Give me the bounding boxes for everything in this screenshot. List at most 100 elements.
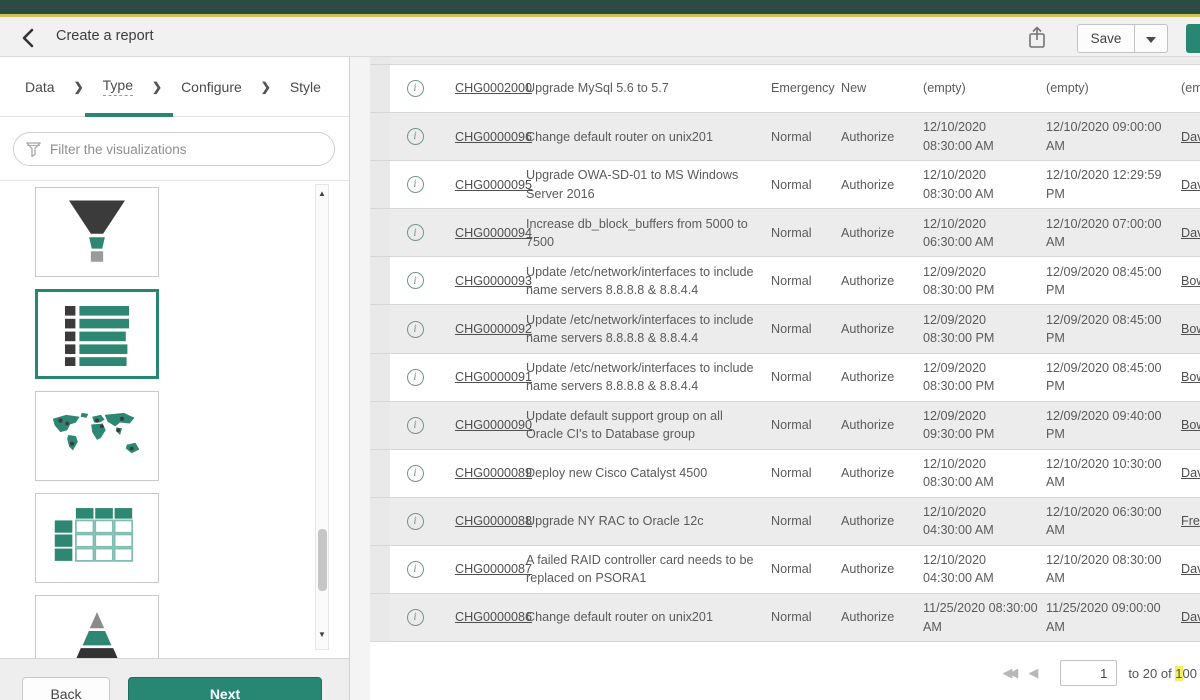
table-row: CHG0000095 Upgrade OWA-SD-01 to MS Windo… — [370, 161, 1200, 209]
change-number-link[interactable]: CHG0000095 — [455, 176, 532, 194]
info-icon[interactable] — [407, 224, 424, 241]
info-cell — [390, 594, 440, 641]
info-icon[interactable] — [407, 128, 424, 145]
number-cell: CHG0000091 — [440, 354, 526, 401]
row-gutter — [370, 257, 390, 304]
info-icon[interactable] — [407, 513, 424, 530]
step-type[interactable]: Type — [103, 77, 133, 96]
assignee-cell[interactable]: Fre — [1171, 498, 1200, 545]
viz-thumb-table[interactable] — [35, 493, 159, 583]
back-button[interactable]: Back — [22, 677, 110, 700]
chevron-left-icon — [20, 27, 46, 49]
row-gutter — [370, 305, 390, 352]
first-page-button[interactable]: ◀◀ — [1002, 666, 1014, 681]
save-button[interactable]: Save — [1077, 24, 1135, 53]
share-button[interactable] — [1026, 24, 1052, 52]
list-chart-icon — [56, 302, 138, 366]
assignee-cell[interactable]: Bow — [1171, 257, 1200, 304]
start-date-cell: 12/09/2020 08:30:00 PM — [923, 257, 1046, 304]
priority-cell: Normal — [771, 161, 841, 208]
info-icon[interactable] — [407, 272, 424, 289]
state-cell: New — [841, 65, 923, 112]
info-icon[interactable] — [407, 417, 424, 434]
info-icon[interactable] — [407, 321, 424, 338]
info-cell — [390, 65, 440, 112]
step-data[interactable]: Data — [25, 79, 55, 95]
previous-page-button[interactable]: ◀ — [1028, 666, 1038, 681]
assignee-cell[interactable]: Bow — [1171, 305, 1200, 352]
row-gutter — [370, 450, 390, 497]
table-row: CHG0000090 Update default support group … — [370, 402, 1200, 450]
back-chevron-button[interactable] — [20, 25, 46, 51]
table-row: CHG0002000 Upgrade MySql 5.6 to 5.7 Emer… — [370, 65, 1200, 113]
end-date-cell: 12/10/2020 08:30:00 AM — [1046, 546, 1171, 593]
info-icon[interactable] — [407, 176, 424, 193]
change-number-link[interactable]: CHG0000096 — [455, 128, 532, 146]
assignee-cell[interactable]: Dav — [1171, 209, 1200, 256]
scrollbar-thumb[interactable] — [318, 529, 327, 591]
priority-cell: Emergency — [771, 65, 841, 112]
save-menu-button[interactable] — [1135, 24, 1168, 53]
priority-cell: Normal — [771, 450, 841, 497]
viz-thumb-list[interactable] — [35, 289, 159, 379]
end-date-cell: 12/09/2020 09:40:00 PM — [1046, 402, 1171, 449]
row-gutter — [370, 546, 390, 593]
info-icon[interactable] — [407, 609, 424, 626]
change-number-link[interactable]: CHG0000089 — [455, 464, 532, 482]
change-number-link[interactable]: CHG0000094 — [455, 224, 532, 242]
state-cell: Authorize — [841, 305, 923, 352]
info-cell — [390, 546, 440, 593]
table-row: CHG0000092 Update /etc/network/interface… — [370, 305, 1200, 353]
info-icon[interactable] — [407, 465, 424, 482]
assignee-cell[interactable]: (em — [1171, 65, 1200, 112]
header: Create a report Save — [0, 17, 1200, 57]
state-cell: Authorize — [841, 257, 923, 304]
table-chart-icon — [53, 506, 141, 570]
step-configure[interactable]: Configure — [181, 79, 242, 95]
assignee-cell[interactable]: Dav — [1171, 161, 1200, 208]
scroll-down-arrow-icon[interactable]: ▼ — [316, 629, 328, 641]
number-cell: CHG0002000 — [440, 65, 526, 112]
viz-thumb-map[interactable] — [35, 391, 159, 481]
short-description: Change default router on unix201 — [526, 113, 771, 160]
change-number-link[interactable]: CHG0000086 — [455, 608, 532, 626]
short-description: Deploy new Cisco Catalyst 4500 — [526, 450, 771, 497]
change-number-link[interactable]: CHG0000092 — [455, 320, 532, 338]
start-date-cell: 12/09/2020 08:30:00 PM — [923, 354, 1046, 401]
filter-input[interactable] — [50, 142, 322, 157]
info-cell — [390, 161, 440, 208]
step-style[interactable]: Style — [290, 79, 321, 95]
assignee-cell[interactable]: Bow — [1171, 402, 1200, 449]
header-teal-button-fragment[interactable] — [1186, 24, 1200, 53]
assignee-cell[interactable]: Dav — [1171, 113, 1200, 160]
change-number-link[interactable]: CHG0000093 — [455, 272, 532, 290]
change-number-link[interactable]: CHG0000088 — [455, 512, 532, 530]
page-title: Create a report — [56, 28, 154, 44]
change-number-link[interactable]: CHG0000090 — [455, 416, 532, 434]
assignee-cell[interactable]: Bow — [1171, 354, 1200, 401]
scroll-up-arrow-icon[interactable]: ▲ — [316, 188, 328, 200]
assignee-cell[interactable]: Dav — [1171, 594, 1200, 641]
info-icon[interactable] — [407, 561, 424, 578]
page-number-input[interactable] — [1060, 660, 1117, 686]
info-icon[interactable] — [407, 80, 424, 97]
info-cell — [390, 450, 440, 497]
info-icon[interactable] — [407, 369, 424, 386]
number-cell: CHG0000088 — [440, 498, 526, 545]
filter-funnel-icon — [26, 141, 41, 157]
table-row: CHG0000094 Increase db_block_buffers fro… — [370, 209, 1200, 257]
state-cell: Authorize — [841, 209, 923, 256]
change-number-link[interactable]: CHG0000087 — [455, 560, 532, 578]
viz-scrollbar[interactable]: ▲ ▼ — [315, 184, 329, 650]
table-row: CHG0000086 Change default router on unix… — [370, 594, 1200, 642]
next-button[interactable]: Next — [128, 677, 322, 700]
assignee-cell[interactable]: Dav — [1171, 546, 1200, 593]
viz-thumb-funnel[interactable] — [35, 187, 159, 277]
priority-cell: Normal — [771, 594, 841, 641]
create-report-window: Create a report Save Data ❯ Type ❯ Confi… — [0, 0, 1200, 700]
end-date-cell: 12/10/2020 12:29:59 PM — [1046, 161, 1171, 208]
change-number-link[interactable]: CHG0002000 — [455, 79, 532, 97]
change-number-link[interactable]: CHG0000091 — [455, 368, 532, 386]
assignee-cell[interactable]: Dav — [1171, 450, 1200, 497]
number-cell: CHG0000086 — [440, 594, 526, 641]
